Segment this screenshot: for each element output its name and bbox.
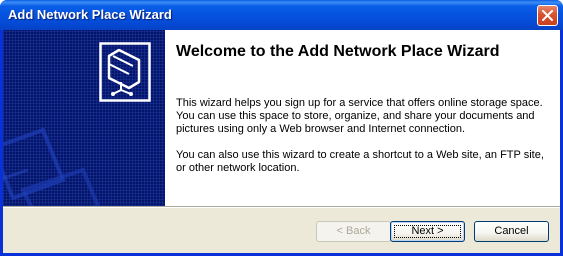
intro-paragraph: This wizard helps you sign up for a serv… [176, 97, 543, 135]
shortcut-paragraph: You can also use this wizard to create a… [176, 149, 544, 174]
focus-rectangle [394, 225, 461, 238]
wizard-client-area: Welcome to the Add Network Place Wizard … [3, 30, 560, 253]
button-separator [3, 206, 560, 208]
title-bar[interactable]: Add Network Place Wizard [0, 0, 563, 30]
next-button[interactable]: Next > [390, 221, 465, 242]
back-button[interactable]: < Back [316, 221, 391, 242]
page-title: Welcome to the Add Network Place Wizard [176, 43, 500, 60]
cancel-button[interactable]: Cancel [474, 221, 549, 242]
window-title: Add Network Place Wizard [8, 7, 172, 22]
network-folder-icon [99, 42, 151, 102]
close-button[interactable] [537, 5, 558, 26]
close-icon [542, 10, 553, 21]
wizard-banner [3, 30, 165, 206]
wizard-window: Add Network Place Wizard Welcome to the … [0, 0, 563, 256]
wizard-content: Welcome to the Add Network Place Wizard … [165, 30, 560, 206]
